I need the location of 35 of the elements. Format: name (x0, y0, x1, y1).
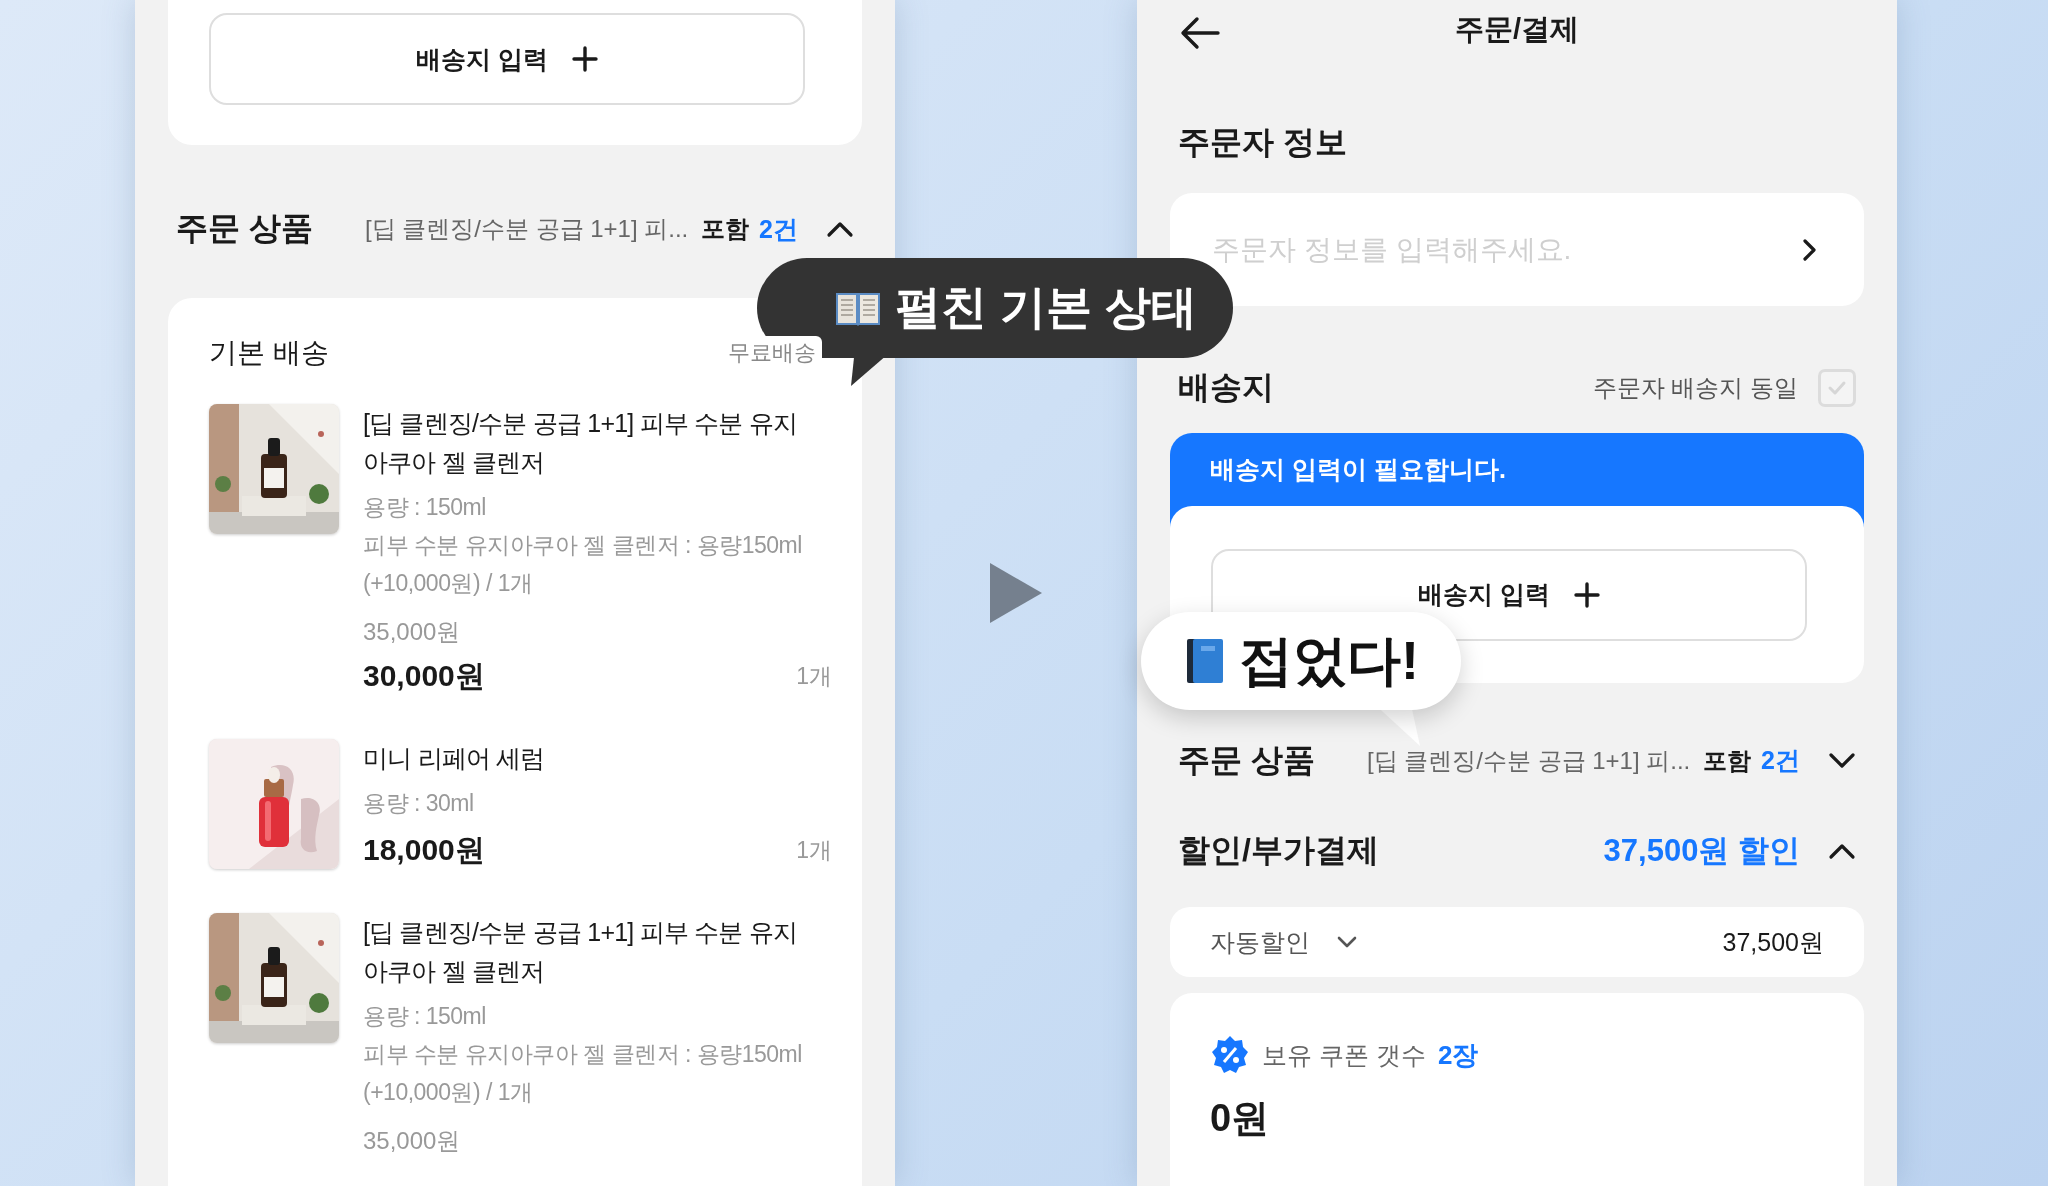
original-price: 35,000원 (363, 1126, 462, 1156)
coupon-count: 2장 (1437, 1038, 1479, 1072)
product-quantity: 1개 (796, 662, 832, 691)
product-summary: [딥 클렌징/수분 공급 1+1] 피... (364, 214, 690, 244)
section-title: 주문 상품 (176, 209, 313, 248)
coupon-amount: 0원 (1210, 1096, 1271, 1141)
auto-discount-label: 자동할인 (1210, 926, 1310, 958)
section-title: 주문자 정보 (1177, 123, 1348, 163)
product-count: 2건 (759, 213, 798, 245)
product-summary: [딥 클렌징/수분 공급 1+1] 피... (1366, 745, 1692, 776)
include-label: 포함 (701, 214, 750, 244)
product-option: 피부 수분 유지아쿠아 젤 클렌저 : 용량150ml (+10,000원) / 1개 (363, 1035, 832, 1111)
discount-total: 37,500원 할인 (1603, 832, 1800, 871)
product-price: 30,000원 (363, 658, 485, 694)
alert-text: 배송지 입력이 필요합니다. (1210, 454, 1506, 483)
section-title: 주문 상품 (1178, 740, 1315, 780)
coupon-label: 보유 쿠폰 갯수 (1262, 1039, 1426, 1071)
section-title: 할인/부가결제 (1178, 831, 1379, 871)
same-as-orderer-label: 주문자 배송지 동일 (1592, 373, 1798, 404)
product-option: 용량 : 30ml (363, 784, 832, 822)
include-label: 포함 (1703, 745, 1752, 776)
product-option: 용량 : 150ml (363, 997, 832, 1035)
product-price: 18,000원 (363, 832, 485, 868)
product-option: 피부 수분 유지아쿠아 젤 클렌저 : 용량150ml (+10,000원) / 1개 (363, 526, 832, 602)
page-title: 주문/결제 (1454, 11, 1580, 47)
original-price: 35,000원 (363, 617, 462, 647)
product-title: [딥 클렌징/수분 공급 1+1] 피부 수분 유지 아쿠아 젤 클렌저 (363, 408, 799, 478)
product-title: [딥 클렌징/수분 공급 1+1] 피부 수분 유지 아쿠아 젤 클렌저 (363, 917, 799, 987)
auto-discount-amount: 37,500원 (1722, 926, 1824, 958)
product-option: 용량 : 150ml (363, 488, 832, 526)
product-count: 2건 (1761, 745, 1800, 777)
product-title: 미니 리페어 세럼 (363, 743, 546, 774)
shipping-group-title: 기본 배송 (209, 336, 329, 370)
product-quantity: 1개 (796, 836, 832, 865)
section-title: 배송지 (1178, 368, 1274, 408)
